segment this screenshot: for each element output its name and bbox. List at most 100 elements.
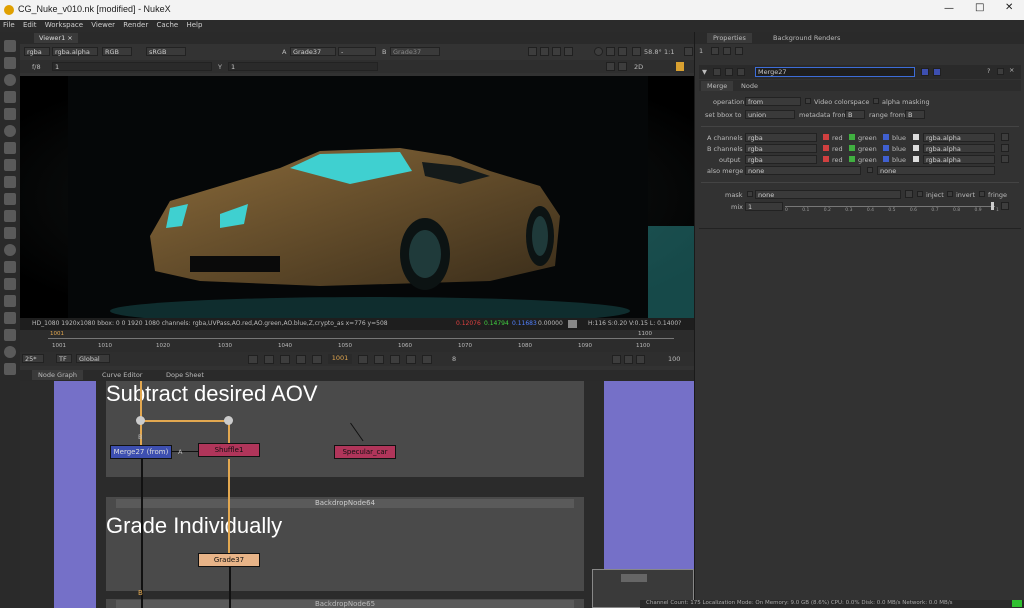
furnace-tool-icon[interactable] bbox=[4, 312, 16, 324]
mix-link-button[interactable] bbox=[1001, 202, 1009, 210]
clip-icon[interactable] bbox=[528, 47, 537, 56]
range-dropdown[interactable]: B bbox=[905, 110, 925, 119]
b-blue-checkbox[interactable] bbox=[883, 145, 889, 151]
toolsets-tool-icon[interactable] bbox=[4, 278, 16, 290]
also-merge-dropdown-2[interactable]: none bbox=[877, 166, 995, 175]
b-input-dropdown[interactable]: Grade37 bbox=[390, 47, 440, 56]
viewer-tab[interactable]: Viewer1 × bbox=[34, 33, 78, 43]
b-red-checkbox[interactable] bbox=[823, 145, 829, 151]
mix-slider[interactable] bbox=[785, 206, 995, 207]
out-blue-checkbox[interactable] bbox=[883, 156, 889, 162]
time-tool-icon[interactable] bbox=[4, 74, 16, 86]
invert-checkbox[interactable] bbox=[947, 191, 953, 197]
paint-icon[interactable] bbox=[676, 62, 684, 71]
menu-viewer[interactable]: Viewer bbox=[91, 21, 115, 29]
node-grade37[interactable]: Grade37 bbox=[198, 553, 260, 567]
menu-cache[interactable]: Cache bbox=[156, 21, 178, 29]
views-tool-icon[interactable] bbox=[4, 210, 16, 222]
max-panels[interactable]: 1 bbox=[699, 47, 703, 55]
node-specular-car[interactable]: Specular_car bbox=[334, 445, 396, 459]
out-alpha-dropdown[interactable]: rgba.alpha bbox=[923, 155, 995, 164]
lock-icon[interactable] bbox=[564, 47, 573, 56]
out-green-checkbox[interactable] bbox=[849, 156, 855, 162]
a-extra-dropdown[interactable]: - bbox=[338, 47, 376, 56]
a-input-dropdown[interactable]: Grade37 bbox=[290, 47, 336, 56]
bbox-dropdown[interactable]: union bbox=[745, 110, 795, 119]
zoom-value[interactable]: 58.8° bbox=[644, 48, 662, 56]
a-red-checkbox[interactable] bbox=[823, 134, 829, 140]
range-lock-button[interactable] bbox=[624, 355, 633, 364]
end-frame[interactable]: 100 bbox=[668, 355, 680, 363]
b-alpha-dropdown[interactable]: rgba.alpha bbox=[923, 144, 995, 153]
particles-tool-icon[interactable] bbox=[4, 227, 16, 239]
close-node-icon[interactable]: × bbox=[1009, 66, 1014, 74]
menu-workspace[interactable]: Workspace bbox=[45, 21, 83, 29]
lock-panel-icon[interactable] bbox=[711, 47, 719, 55]
grid-icon[interactable] bbox=[632, 47, 641, 56]
display-dropdown[interactable]: sRGB bbox=[146, 47, 186, 56]
out-link-button[interactable] bbox=[1001, 155, 1009, 163]
frame-field[interactable]: 1 bbox=[52, 62, 212, 71]
float-icon[interactable] bbox=[997, 68, 1004, 75]
flipbook-button[interactable] bbox=[612, 355, 621, 364]
prev-key-button[interactable] bbox=[264, 355, 274, 364]
image-tool-icon[interactable] bbox=[4, 40, 16, 52]
cara-tool-icon[interactable] bbox=[4, 346, 16, 358]
maximize-button[interactable]: □ bbox=[975, 2, 984, 13]
color-gl-icon[interactable] bbox=[933, 68, 941, 76]
color-tool-icon[interactable] bbox=[4, 108, 16, 120]
also-merge-dropdown[interactable]: none bbox=[745, 166, 861, 175]
tab-curve-editor[interactable]: Curve Editor bbox=[96, 370, 148, 380]
3d-tool-icon[interactable] bbox=[4, 193, 16, 205]
tab-properties[interactable]: Properties bbox=[707, 33, 752, 43]
viewer-settings-icon[interactable] bbox=[684, 47, 693, 56]
timeline[interactable]: 1001 1100 1001 1010 1020 1030 1040 1050 … bbox=[20, 330, 694, 352]
crop-icon[interactable] bbox=[606, 62, 615, 71]
a-green-checkbox[interactable] bbox=[849, 134, 855, 140]
alpha-dropdown[interactable]: rgba.alpha bbox=[52, 47, 98, 56]
gpu-icon[interactable] bbox=[618, 47, 627, 56]
b-alpha-checkbox[interactable] bbox=[913, 145, 919, 151]
prev-frame-button[interactable] bbox=[296, 355, 306, 364]
keyer-tool-icon[interactable] bbox=[4, 142, 16, 154]
merge-tool-icon[interactable] bbox=[4, 159, 16, 171]
output-dropdown[interactable]: rgba bbox=[745, 155, 817, 164]
backdrop-grade[interactable] bbox=[106, 497, 584, 591]
tf-dropdown[interactable]: TF bbox=[56, 354, 72, 363]
tab-background-renders[interactable]: Background Renders bbox=[767, 33, 846, 43]
dot-left[interactable] bbox=[136, 416, 145, 425]
menu-edit[interactable]: Edit bbox=[23, 21, 37, 29]
node-graph[interactable]: Subtract desired AOV BackdropNode64 Grad… bbox=[20, 381, 694, 608]
next-frame-button[interactable] bbox=[374, 355, 384, 364]
step-value[interactable]: 8 bbox=[452, 355, 456, 363]
mix-field[interactable]: 1 bbox=[745, 202, 783, 211]
global-dropdown[interactable]: Global bbox=[76, 354, 110, 363]
alpha-masking-checkbox[interactable] bbox=[873, 98, 879, 104]
deep-tool-icon[interactable] bbox=[4, 244, 16, 256]
refresh-icon[interactable] bbox=[594, 47, 603, 56]
collapse-icon[interactable]: ▼ bbox=[702, 68, 707, 76]
subtab-merge[interactable]: Merge bbox=[701, 81, 734, 91]
prev-increment-button[interactable] bbox=[280, 355, 290, 364]
y-field[interactable]: 1 bbox=[228, 62, 378, 71]
next-increment-button[interactable] bbox=[390, 355, 400, 364]
float-panel-icon[interactable] bbox=[723, 47, 731, 55]
ocula-tool-icon[interactable] bbox=[4, 329, 16, 341]
inject-checkbox[interactable] bbox=[917, 191, 923, 197]
side-backdrop-left[interactable] bbox=[54, 381, 96, 608]
out-red-checkbox[interactable] bbox=[823, 156, 829, 162]
metadata-dropdown[interactable]: B bbox=[845, 110, 865, 119]
b-link-button[interactable] bbox=[1001, 144, 1009, 152]
node-shuffle1[interactable]: Shuffle1 bbox=[198, 443, 260, 457]
dot-right[interactable] bbox=[224, 416, 233, 425]
color-node-icon[interactable] bbox=[921, 68, 929, 76]
next-key-button[interactable] bbox=[406, 355, 416, 364]
help-icon[interactable]: ? bbox=[987, 67, 990, 75]
fps-dropdown[interactable]: 25* bbox=[22, 354, 44, 363]
tab-node-graph[interactable]: Node Graph bbox=[32, 370, 83, 380]
gizmo-tool-icon[interactable] bbox=[4, 363, 16, 375]
ratio-value[interactable]: 1:1 bbox=[664, 48, 674, 56]
proxy-icon[interactable] bbox=[552, 47, 561, 56]
also-merge-checkbox[interactable] bbox=[867, 167, 873, 173]
rgb-dropdown[interactable]: RGB bbox=[102, 47, 132, 56]
